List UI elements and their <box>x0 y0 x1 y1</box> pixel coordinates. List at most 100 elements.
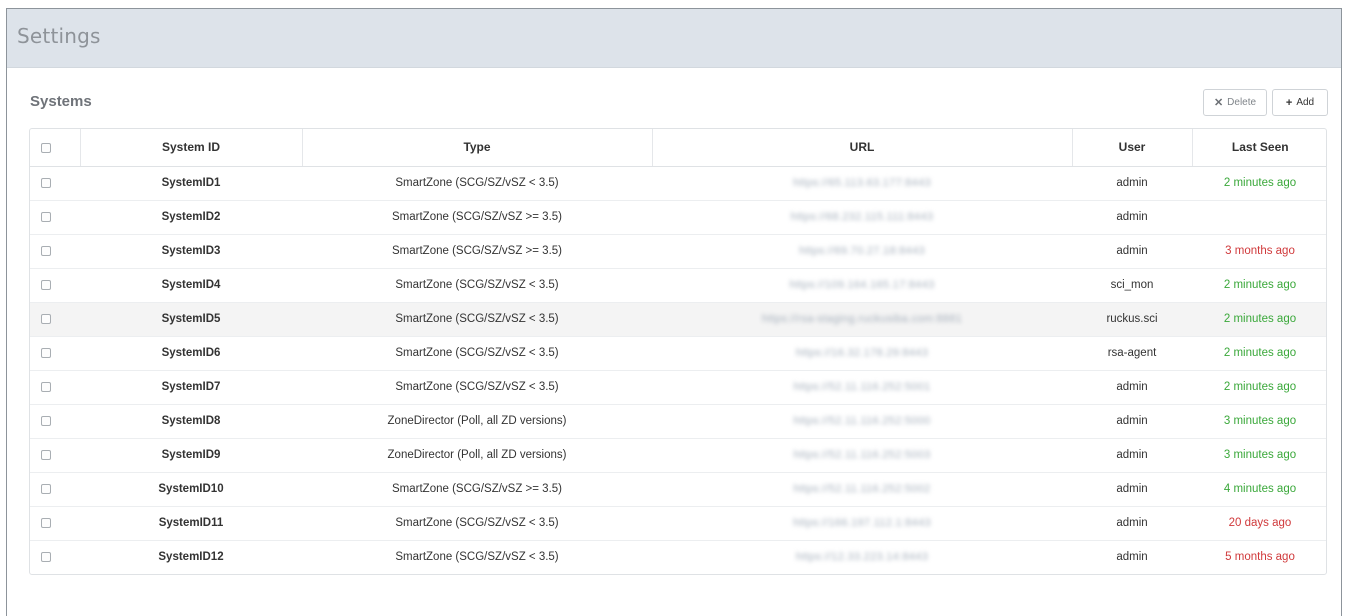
page-title: Settings <box>17 24 101 48</box>
last-seen-cell: 2 minutes ago <box>1192 301 1326 336</box>
last-seen-cell: 2 minutes ago <box>1192 267 1326 302</box>
url-cell: https://16.32.178.29:8443 <box>652 335 1072 370</box>
row-checkbox[interactable] <box>41 415 51 426</box>
table-row[interactable]: SystemID8 ZoneDirector (Poll, all ZD vers… <box>30 403 1326 438</box>
row-checkbox[interactable] <box>41 483 51 494</box>
table-header-row: System ID Type URL User Last Seen <box>30 129 1326 167</box>
type-cell: ZoneDirector (Poll, all ZD versions) <box>302 437 652 472</box>
systems-table: System ID Type URL User Last Seen System… <box>29 128 1327 575</box>
user-cell: admin <box>1072 539 1192 574</box>
system-id-cell: SystemID12 <box>80 539 302 574</box>
table-row[interactable]: SystemID5 SmartZone (SCG/SZ/vSZ < 3.5) htt… <box>30 301 1326 336</box>
url-cell: https://rsa-staging.ruckusiba.com:8881 <box>652 301 1072 336</box>
add-label: Add <box>1296 97 1315 108</box>
system-id-cell: SystemID2 <box>80 199 302 234</box>
add-button[interactable]: + Add <box>1272 89 1328 116</box>
last-seen-cell: 2 minutes ago <box>1192 369 1326 404</box>
row-checkbox[interactable] <box>41 381 51 392</box>
system-id-cell: SystemID1 <box>161 177 221 189</box>
section-title: Systems <box>30 93 92 110</box>
url-cell: https://109.164.165.17:8443 <box>652 267 1072 302</box>
table-row[interactable]: SystemID7 SmartZone (SCG/SZ/vSZ < 3.5) htt… <box>30 369 1326 404</box>
system-id-cell: SystemID7 <box>80 369 302 404</box>
table-row[interactable]: SystemID2 SmartZone (SCG/SZ/vSZ >= 3.5) ht… <box>30 199 1326 234</box>
user-cell: admin <box>1072 471 1192 506</box>
row-select-cell <box>30 335 80 370</box>
row-select-cell <box>30 166 80 200</box>
last-seen-cell: 3 minutes ago <box>1192 403 1326 438</box>
row-select-cell <box>30 267 80 302</box>
user-cell: rsa-agent <box>1072 335 1192 370</box>
delete-button[interactable]: ✕ Delete <box>1203 89 1267 116</box>
url-text: https://52.11.116.252:5000 <box>793 415 931 427</box>
user-cell: sci_mon <box>1072 267 1192 302</box>
type-cell: SmartZone (SCG/SZ/vSZ >= 3.5) <box>302 233 652 268</box>
select-all-cell <box>30 129 81 167</box>
row-checkbox[interactable] <box>41 211 51 222</box>
row-checkbox[interactable] <box>41 313 51 324</box>
last-seen-cell: 20 days ago <box>1192 505 1326 540</box>
url-cell: https://166.197.112.1:8443 <box>652 505 1072 540</box>
system-id-cell: SystemID4 <box>80 267 302 302</box>
select-all-checkbox[interactable] <box>41 143 51 154</box>
system-id-cell: SystemID3 <box>80 233 302 268</box>
type-cell: SmartZone (SCG/SZ/vSZ < 3.5) <box>302 301 652 336</box>
type-cell: SmartZone (SCG/SZ/vSZ < 3.5) <box>302 539 652 574</box>
last-seen-cell: 5 months ago <box>1192 539 1326 574</box>
column-header-user[interactable]: User <box>1072 129 1193 167</box>
table-row[interactable]: SystemID10 SmartZone (SCG/SZ/vSZ >= 3.5) h… <box>30 471 1326 506</box>
system-id-cell: SystemID5 <box>80 301 302 336</box>
url-cell: https://52.11.116.252:5000 <box>652 403 1072 438</box>
row-select-cell <box>30 437 80 472</box>
row-checkbox[interactable] <box>41 449 51 460</box>
last-seen-cell: 2 minutes ago <box>1223 177 1297 189</box>
table-row[interactable]: SystemID12 SmartZone (SCG/SZ/vSZ < 3.5) ht… <box>30 539 1326 574</box>
row-select-cell <box>30 403 80 438</box>
column-header-type[interactable]: Type <box>302 129 653 167</box>
user-cell: admin <box>1072 403 1192 438</box>
url-text: https://52.11.116.252:5003 <box>793 449 931 461</box>
delete-label: Delete <box>1227 97 1257 108</box>
type-cell: SmartZone (SCG/SZ/vSZ < 3.5) <box>302 369 652 404</box>
column-header-last-seen[interactable]: Last Seen <box>1192 129 1326 167</box>
row-select-cell <box>30 539 80 574</box>
type-cell: SmartZone (SCG/SZ/vSZ >= 3.5) <box>302 471 652 506</box>
column-header-system-id[interactable]: System ID <box>80 129 303 167</box>
user-cell: ruckus.sci <box>1072 301 1192 336</box>
row-select-cell <box>30 301 80 336</box>
table-row[interactable]: SystemID4 SmartZone (SCG/SZ/vSZ < 3.5) htt… <box>30 267 1326 302</box>
row-checkbox[interactable] <box>41 517 51 528</box>
table-row[interactable]: SystemID1 SmartZone (SCG/SZ/vSZ < 3.5) htt… <box>30 166 1326 200</box>
column-header-url[interactable]: URL <box>652 129 1073 167</box>
url-cell: https://69.70.27.18:8443 <box>652 233 1072 268</box>
row-checkbox[interactable] <box>41 347 51 358</box>
row-checkbox[interactable] <box>41 552 51 563</box>
row-checkbox[interactable] <box>41 245 51 256</box>
url-text: https://109.164.165.17:8443 <box>789 279 935 291</box>
last-seen-cell <box>1192 199 1326 234</box>
table-row[interactable]: SystemID11 SmartZone (SCG/SZ/vSZ < 3.5) ht… <box>30 505 1326 540</box>
last-seen-cell: 3 months ago <box>1192 233 1326 268</box>
url-text: https://69.70.27.18:8443 <box>799 245 925 257</box>
row-checkbox[interactable] <box>41 177 51 188</box>
table-row[interactable]: SystemID9 ZoneDirector (Poll, all ZD vers… <box>30 437 1326 472</box>
last-seen-cell: 4 minutes ago <box>1192 471 1326 506</box>
url-text: https://52.11.116.252:5002 <box>793 483 931 495</box>
system-id-cell: SystemID11 <box>80 505 302 540</box>
last-seen-cell: 2 minutes ago <box>1192 335 1326 370</box>
type-cell: ZoneDirector (Poll, all ZD versions) <box>302 403 652 438</box>
row-select-cell <box>30 369 80 404</box>
url-text: https://rsa-staging.ruckusiba.com:8881 <box>761 313 963 325</box>
url-text: https://166.197.112.1:8443 <box>793 517 931 529</box>
table-row[interactable]: SystemID3 SmartZone (SCG/SZ/vSZ >= 3.5) ht… <box>30 233 1326 268</box>
table-row[interactable]: SystemID6 SmartZone (SCG/SZ/vSZ < 3.5) htt… <box>30 335 1326 370</box>
url-text: https://68.232.115.111:8443 <box>790 211 934 223</box>
type-cell: SmartZone (SCG/SZ/vSZ >= 3.5) <box>302 199 652 234</box>
row-select-cell <box>30 505 80 540</box>
close-icon: ✕ <box>1213 97 1224 109</box>
system-id-cell: SystemID8 <box>80 403 302 438</box>
system-id-cell: SystemID10 <box>80 471 302 506</box>
row-checkbox[interactable] <box>41 279 51 290</box>
type-cell: SmartZone (SCG/SZ/vSZ < 3.5) <box>395 177 559 189</box>
user-cell: admin <box>1116 177 1148 189</box>
